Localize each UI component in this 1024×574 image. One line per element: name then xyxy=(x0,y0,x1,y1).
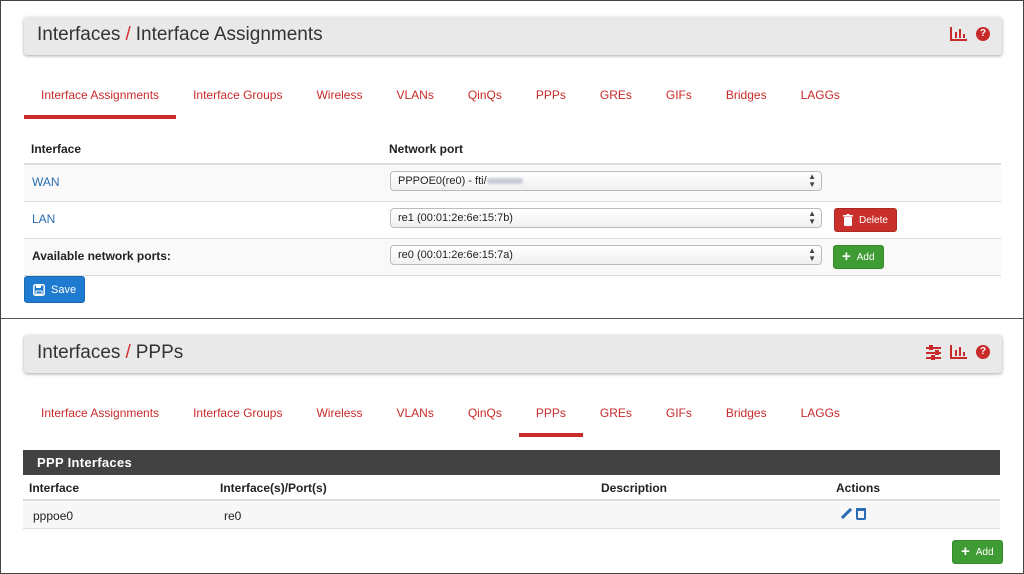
delete-label: Delete xyxy=(859,214,888,226)
breadcrumb-parent[interactable]: Interfaces xyxy=(37,342,120,363)
network-port-select[interactable]: PPPOE0(re0) - fti/ ▲ ▼ xyxy=(390,171,822,191)
tab-interface-assignments[interactable]: Interface Assignments xyxy=(24,403,176,443)
plus-icon: + xyxy=(961,543,970,560)
column-description: Description xyxy=(601,481,668,495)
breadcrumb-current: Interface Assignments xyxy=(135,24,323,45)
save-label: Save xyxy=(51,283,77,296)
sliders-icon[interactable] xyxy=(926,345,941,360)
ppps-panel: Interfaces / PPPs ? Interface Assignments … xyxy=(0,318,1024,574)
breadcrumb-bar: Interfaces / PPPs ? xyxy=(24,335,1002,373)
tab-ppps[interactable]: PPPs xyxy=(519,85,583,125)
tab-vlans[interactable]: VLANs xyxy=(379,85,450,125)
breadcrumb: Interfaces / Interface Assignments xyxy=(37,24,323,46)
breadcrumb: Interfaces / PPPs xyxy=(37,342,183,364)
tab-bar: Interface Assignments Interface Groups W… xyxy=(24,85,857,125)
delete-button[interactable]: Delete xyxy=(834,208,897,232)
cell-interface: pppoe0 xyxy=(33,509,74,523)
breadcrumb-current: PPPs xyxy=(135,342,184,363)
table-row: LAN re1 (00:01:2e:6e:15:7b) ▲ ▼ Delete xyxy=(24,202,1001,239)
column-interface: Interface xyxy=(31,142,82,156)
select-value: re1 (00:01:2e:6e:15:7b) xyxy=(398,212,513,224)
add-label: Add xyxy=(856,251,875,263)
available-ports-label: Available network ports: xyxy=(32,249,171,263)
breadcrumb-bar: Interfaces / Interface Assignments ? xyxy=(24,17,1002,55)
select-arrows-icon: ▲ ▼ xyxy=(808,172,816,189)
help-icon[interactable]: ? xyxy=(976,27,990,41)
save-icon xyxy=(33,283,45,296)
network-port-select[interactable]: re1 (00:01:2e:6e:15:7b) ▲ ▼ xyxy=(390,208,822,228)
column-ports: Interface(s)/Port(s) xyxy=(220,481,327,495)
tab-bridges[interactable]: Bridges xyxy=(709,85,784,125)
pencil-icon[interactable] xyxy=(840,508,852,520)
save-button[interactable]: Save xyxy=(24,276,86,303)
column-actions: Actions xyxy=(836,481,881,495)
help-icon[interactable]: ? xyxy=(976,345,990,359)
redacted-text xyxy=(486,178,523,185)
tab-gres[interactable]: GREs xyxy=(583,85,649,125)
table-header: Interface Interface(s)/Port(s) Descripti… xyxy=(23,475,1000,501)
chart-icon[interactable] xyxy=(950,27,967,41)
interface-link-lan[interactable]: LAN xyxy=(32,212,55,226)
tab-wireless[interactable]: Wireless xyxy=(299,403,379,443)
select-arrows-icon: ▲ ▼ xyxy=(808,246,816,263)
tab-interface-groups[interactable]: Interface Groups xyxy=(176,85,299,125)
select-value: re0 (00:01:2e:6e:15:7a) xyxy=(398,249,513,261)
table-row: WAN PPPOE0(re0) - fti/ ▲ ▼ xyxy=(24,165,1001,202)
available-port-select[interactable]: re0 (00:01:2e:6e:15:7a) ▲ ▼ xyxy=(390,245,822,265)
tab-bar: Interface Assignments Interface Groups W… xyxy=(24,403,857,443)
column-interface: Interface xyxy=(29,481,80,495)
interface-link-wan[interactable]: WAN xyxy=(32,175,60,189)
assignments-table: Interface Network port WAN PPPOE0(re0) -… xyxy=(24,132,1001,276)
tab-qinqs[interactable]: QinQs xyxy=(451,85,519,125)
plus-icon: + xyxy=(842,248,851,265)
table-row: pppoe0 re0 xyxy=(23,501,1000,529)
trash-icon xyxy=(843,214,853,226)
interface-assignments-panel: Interfaces / Interface Assignments ? Inter… xyxy=(0,0,1024,319)
tab-gifs[interactable]: GIFs xyxy=(649,403,709,443)
trash-icon[interactable] xyxy=(856,508,866,520)
chart-icon[interactable] xyxy=(950,345,967,359)
tab-interface-groups[interactable]: Interface Groups xyxy=(176,403,299,443)
tab-wireless[interactable]: Wireless xyxy=(299,85,379,125)
select-value: PPPOE0(re0) - fti/ xyxy=(398,175,487,187)
cell-ports: re0 xyxy=(224,509,242,523)
tab-bridges[interactable]: Bridges xyxy=(709,403,784,443)
breadcrumb-separator: / xyxy=(125,342,131,363)
table-title: PPP Interfaces xyxy=(23,450,1000,475)
table-row: Available network ports: re0 (00:01:2e:6… xyxy=(24,239,1001,276)
add-ppp-button[interactable]: + Add xyxy=(952,540,1003,564)
tab-qinqs[interactable]: QinQs xyxy=(451,403,519,443)
tab-gifs[interactable]: GIFs xyxy=(649,85,709,125)
ppp-interfaces-table: PPP Interfaces Interface Interface(s)/Po… xyxy=(23,450,1000,529)
breadcrumb-parent[interactable]: Interfaces xyxy=(37,24,120,45)
table-header: Interface Network port xyxy=(24,132,1001,165)
breadcrumb-separator: / xyxy=(125,24,131,45)
tab-vlans[interactable]: VLANs xyxy=(379,403,450,443)
tab-laggs[interactable]: LAGGs xyxy=(784,85,857,125)
column-network-port: Network port xyxy=(389,142,464,156)
tab-interface-assignments[interactable]: Interface Assignments xyxy=(24,85,177,125)
tab-ppps[interactable]: PPPs xyxy=(518,403,583,443)
tab-laggs[interactable]: LAGGs xyxy=(784,403,857,443)
tab-gres[interactable]: GREs xyxy=(583,403,649,443)
add-port-button[interactable]: + Add xyxy=(833,245,884,269)
select-arrows-icon: ▲ ▼ xyxy=(808,209,816,226)
add-label: Add xyxy=(975,546,994,558)
